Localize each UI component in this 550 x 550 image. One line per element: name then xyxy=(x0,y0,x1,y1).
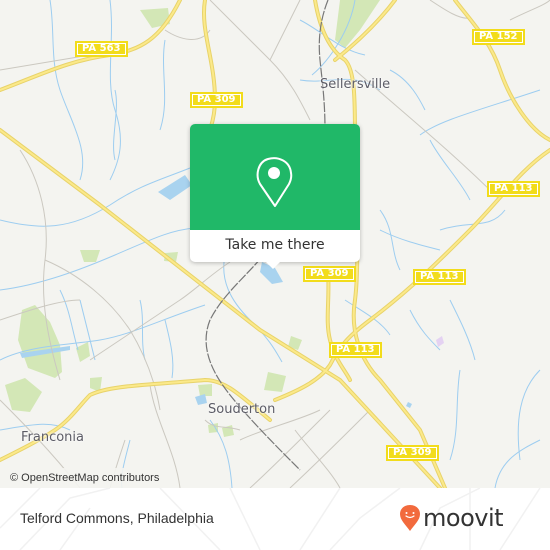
pond xyxy=(195,394,207,405)
park xyxy=(5,378,42,412)
map-view[interactable]: Sellersville Souderton Franconia PA 563 … xyxy=(0,0,550,488)
popup-header[interactable] xyxy=(190,124,360,230)
route-shield-pa563: PA 563 xyxy=(75,41,128,57)
stream xyxy=(389,69,426,111)
route-shield-pa113: PA 113 xyxy=(487,181,540,197)
map-pin-icon xyxy=(256,157,293,207)
stream xyxy=(0,167,191,227)
stream xyxy=(159,39,166,131)
map-attribution[interactable]: © OpenStreetMap contributors xyxy=(0,468,168,488)
route-shield-pa113: PA 113 xyxy=(329,342,382,358)
stream xyxy=(449,299,476,361)
moovit-wordmark: moovit xyxy=(423,504,504,532)
park xyxy=(76,342,90,362)
stream xyxy=(59,289,79,351)
footer-bar: Telford Commons, Philadelphia moovit xyxy=(0,488,550,550)
moovit-logo[interactable]: moovit xyxy=(399,503,504,533)
stream xyxy=(409,309,441,351)
pond xyxy=(406,402,412,408)
popup-pointer xyxy=(262,258,284,269)
special-area xyxy=(436,336,444,347)
minor-road xyxy=(289,409,371,488)
place-label-franconia: Franconia xyxy=(21,430,85,445)
moovit-pin-smile-icon xyxy=(400,505,420,531)
minor-road xyxy=(509,0,550,21)
route-shield-pa309: PA 309 xyxy=(190,92,243,108)
park xyxy=(264,372,286,392)
minor-road xyxy=(164,29,211,40)
route-shield-pa309: PA 309 xyxy=(303,266,356,282)
stream xyxy=(379,229,441,251)
stream xyxy=(164,319,174,379)
stream xyxy=(113,89,117,161)
minor-road xyxy=(269,0,301,61)
stream xyxy=(517,369,541,461)
minor-road xyxy=(294,429,341,488)
stream xyxy=(49,0,84,181)
route-shield-pa152: PA 152 xyxy=(472,29,525,45)
route-shield-pa309: PA 309 xyxy=(386,445,439,461)
location-popup[interactable]: Take me there xyxy=(190,124,360,269)
route-shield-pa113: PA 113 xyxy=(413,269,466,285)
stream xyxy=(429,139,471,201)
location-title: Telford Commons, Philadelphia xyxy=(20,510,214,526)
stream xyxy=(494,439,541,488)
stream xyxy=(449,369,461,461)
stream xyxy=(379,209,401,271)
park xyxy=(80,250,100,262)
park xyxy=(18,305,62,378)
minor-road xyxy=(89,261,231,361)
place-label-sellersville: Sellersville xyxy=(320,77,391,92)
place-label-souderton: Souderton xyxy=(208,402,276,417)
